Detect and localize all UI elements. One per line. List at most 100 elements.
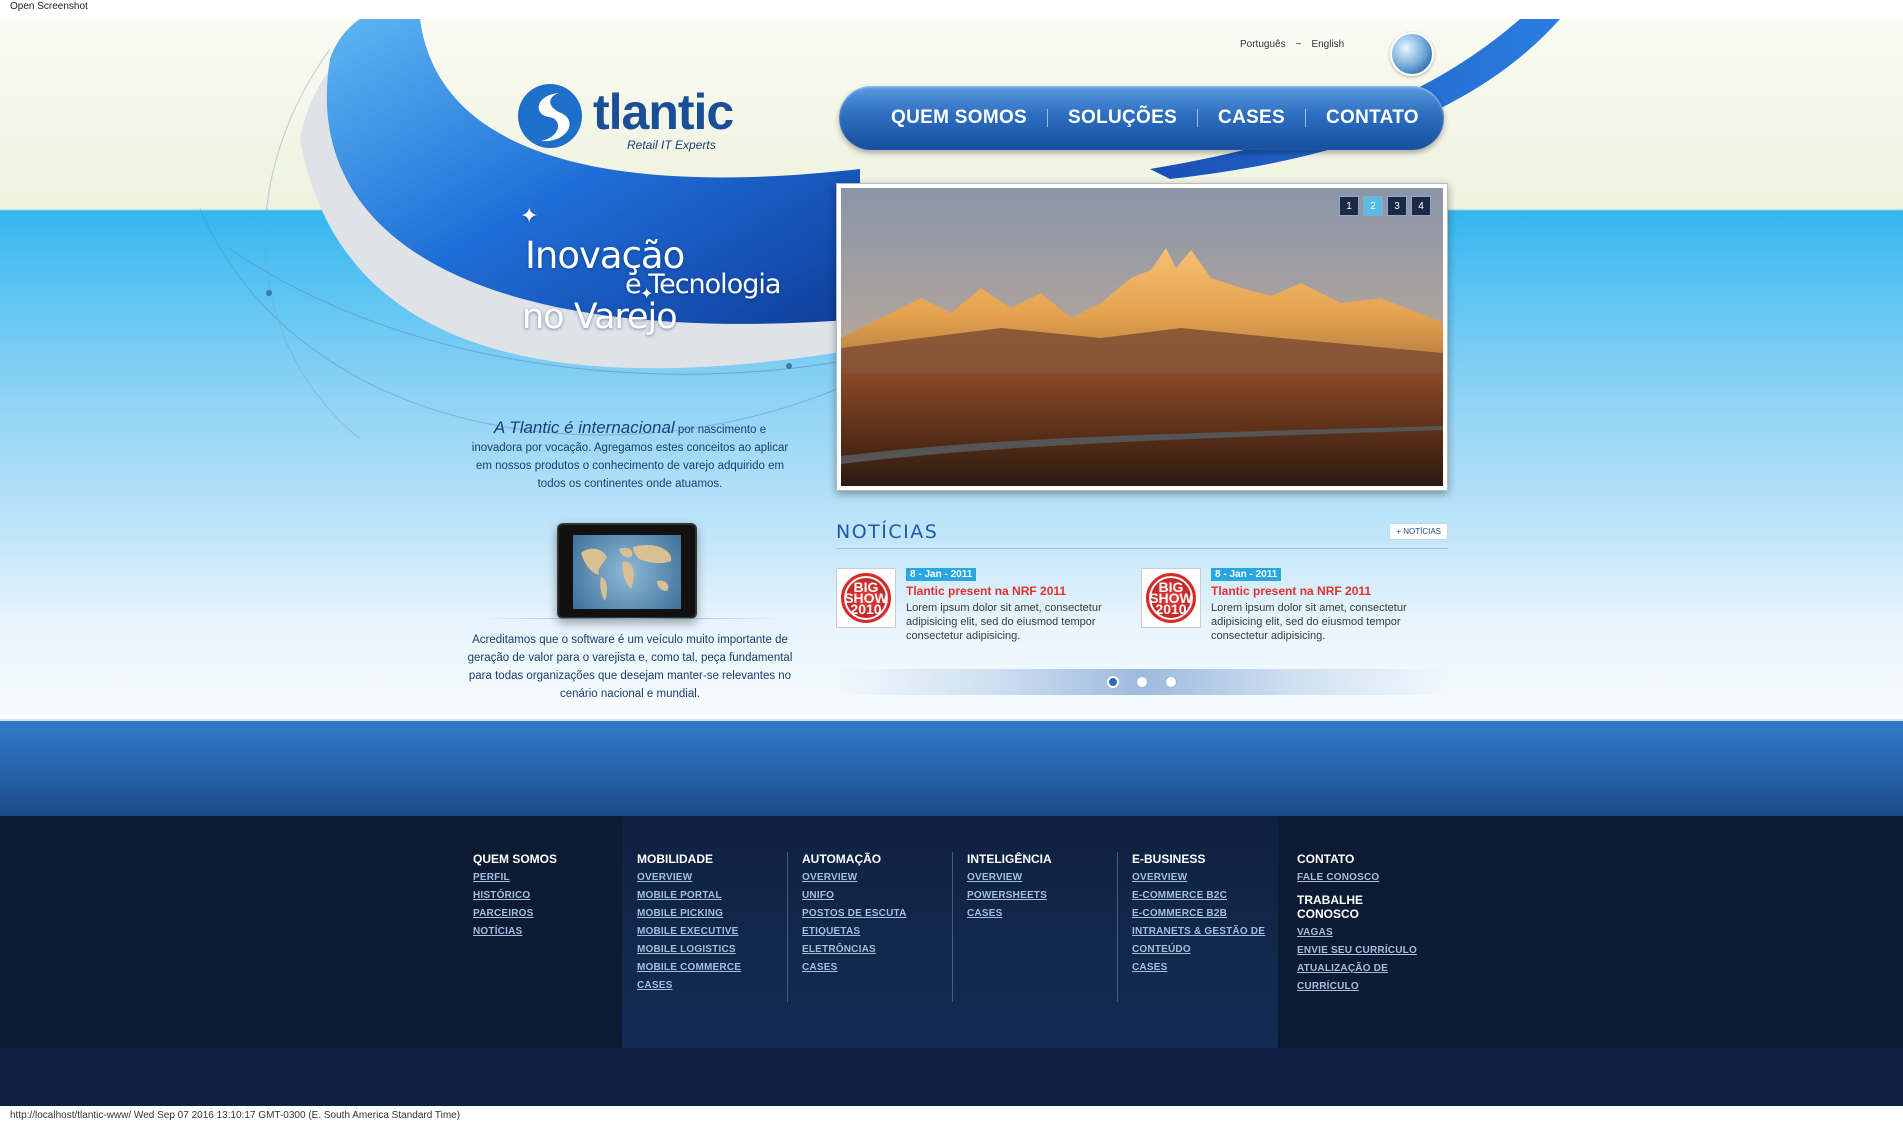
footer-link[interactable]: PARCEIROS	[473, 905, 557, 923]
footer-col-mobilidade: MOBILIDADE OVERVIEW MOBILE PORTAL MOBILE…	[637, 852, 741, 995]
footer-link[interactable]: VAGAS	[1297, 924, 1437, 942]
footer-link[interactable]: OVERVIEW	[802, 869, 907, 887]
footer-link[interactable]: OVERVIEW	[967, 869, 1052, 887]
news-page-dot-2[interactable]	[1136, 676, 1148, 688]
footer-col-inteligencia: INTELIGÊNCIA OVERVIEW POWERSHEETS CASES	[967, 852, 1052, 923]
footer-heading: MOBILIDADE	[637, 852, 713, 866]
news-date: 8 - Jan - 2011	[906, 568, 977, 581]
logo-brand: tlantic	[593, 84, 734, 140]
footer-link[interactable]: MOBILE COMMERCE	[637, 959, 741, 977]
footer-link[interactable]: OVERVIEW	[1132, 869, 1265, 887]
footer-col-quem-somos: QUEM SOMOS PERFIL HISTÓRICO PARCEIROS NO…	[473, 852, 557, 941]
footer-link[interactable]: ATUALIZAÇÃO DE	[1297, 960, 1437, 978]
news-headline[interactable]: Tlantic present na NRF 2011	[1211, 584, 1371, 598]
footer-heading: CONTATO	[1297, 852, 1355, 866]
news-headline[interactable]: Tlantic present na NRF 2011	[906, 584, 1066, 598]
nav-separator	[1047, 109, 1049, 127]
slider-page-3[interactable]: 3	[1387, 196, 1407, 216]
news-item[interactable]: BIG SHOW 2010 8 - Jan - 2011 Tlantic pre…	[836, 568, 1136, 648]
news-page-dot-3[interactable]	[1165, 676, 1177, 688]
news-item[interactable]: BIG SHOW 2010 8 - Jan - 2011 Tlantic pre…	[1141, 568, 1441, 648]
footer-link[interactable]: UNIFO	[802, 887, 907, 905]
footer-link[interactable]: E-COMMERCE B2C	[1132, 887, 1265, 905]
footer-link[interactable]: MOBILE PICKING	[637, 905, 741, 923]
footer-link[interactable]: ENVIE SEU CURRÍCULO	[1297, 942, 1437, 960]
footer-separator	[787, 852, 788, 1002]
footer-link[interactable]: INTRANETS & GESTÃO DE	[1132, 923, 1265, 941]
footer-link[interactable]: PERFIL	[473, 869, 557, 887]
nav-solucoes[interactable]: SOLUÇÕES	[1068, 107, 1177, 129]
footer-link[interactable]: HISTÓRICO	[473, 887, 557, 905]
footer-link[interactable]: MOBILE PORTAL	[637, 887, 741, 905]
window-title: Open Screenshot	[0, 0, 1903, 19]
hero-stage: Português ~ English tlantic Retail IT Ex…	[0, 19, 1903, 719]
footer-link[interactable]: E-COMMERCE B2B	[1132, 905, 1265, 923]
nav-separator	[1305, 109, 1307, 127]
footer-link[interactable]: CURRÍCULO	[1297, 978, 1437, 996]
logo-mark-icon	[518, 84, 582, 148]
tablet-image	[557, 523, 697, 619]
page: { "window": {"title": "Open Screenshot"}…	[0, 0, 1903, 1126]
slider-page-4[interactable]: 4	[1411, 196, 1431, 216]
footer-link[interactable]: CASES	[1132, 959, 1265, 977]
belief-text: Acreditamos que o software é um veículo …	[467, 634, 793, 700]
footer-link[interactable]: CASES	[967, 905, 1052, 923]
world-map-icon	[581, 544, 672, 601]
slider-pager: 1 2 3 4	[1339, 196, 1431, 216]
news-pagination	[836, 669, 1448, 695]
language-portugues[interactable]: Português	[1240, 39, 1286, 50]
slider-page-1[interactable]: 1	[1339, 196, 1359, 216]
intro-lead: A Tlantic é internacional	[493, 418, 675, 437]
footer-link[interactable]: CONTEÚDO	[1132, 941, 1265, 959]
footer-link[interactable]: POSTOS DE ESCUTA	[802, 905, 907, 923]
big-show-badge-icon: BIG SHOW 2010	[1141, 568, 1201, 628]
tlantic-logo[interactable]: tlantic Retail IT Experts	[515, 79, 765, 159]
world-map-image	[573, 535, 681, 609]
sparkle-icon: ✦	[520, 204, 539, 229]
footer-col-contato: CONTATO FALE CONOSCO TRABALHE CONOSCO VA…	[1297, 852, 1437, 996]
news-title: NOTÍCIAS	[836, 521, 939, 543]
slider-page-2[interactable]: 2	[1363, 196, 1383, 216]
nav-cases[interactable]: CASES	[1218, 107, 1285, 129]
news-summary: Lorem ipsum dolor sit amet, consectetur …	[1211, 602, 1407, 642]
landscape-illustration	[841, 188, 1443, 486]
globe-icon	[1390, 32, 1434, 76]
footer-link[interactable]: ETIQUETAS	[802, 923, 907, 941]
status-bar: http://localhost/tlantic-www/ Wed Sep 07…	[0, 1106, 1903, 1126]
footer-heading: E-BUSINESS	[1132, 852, 1206, 866]
footer-link[interactable]: MOBILE EXECUTIVE	[637, 923, 741, 941]
news-page-dot-1[interactable]	[1107, 676, 1119, 688]
footer-link[interactable]: CASES	[802, 959, 907, 977]
footer-link[interactable]: MOBILE LOGISTICS	[637, 941, 741, 959]
logo-tagline: Retail IT Experts	[627, 138, 716, 152]
footer-link[interactable]: ELETRÔNCIAS	[802, 941, 907, 959]
footer-heading: INTELIGÊNCIA	[967, 852, 1052, 866]
footer-col-automacao: AUTOMAÇÃO OVERVIEW UNIFO POSTOS DE ESCUT…	[802, 852, 907, 977]
big-show-badge-icon: BIG SHOW 2010	[836, 568, 896, 628]
tablet-divider	[480, 618, 780, 619]
footer-link[interactable]: OVERVIEW	[637, 869, 741, 887]
footer-separator	[1117, 852, 1118, 1002]
footer-link[interactable]: CASES	[637, 977, 741, 995]
footer-col-ebusiness: E-BUSINESS OVERVIEW E-COMMERCE B2C E-COM…	[1132, 852, 1265, 977]
nav-quem-somos[interactable]: QUEM SOMOS	[891, 107, 1027, 129]
footer-link[interactable]: NOTÍCIAS	[473, 923, 557, 941]
blue-band	[0, 719, 1903, 816]
footer: QUEM SOMOS PERFIL HISTÓRICO PARCEIROS NO…	[0, 816, 1903, 1106]
footer-link[interactable]: FALE CONOSCO	[1297, 869, 1437, 887]
intro-text: A Tlantic é internacional por nascimento…	[470, 419, 790, 493]
news-header: NOTÍCIAS + NOTÍCIAS	[836, 521, 1448, 549]
language-english[interactable]: English	[1311, 39, 1344, 50]
slogan-line-2: e Tecnologia	[625, 269, 781, 300]
more-news-button[interactable]: + NOTÍCIAS	[1389, 523, 1448, 540]
mountain-landscape-image: 1 2 3 4	[841, 188, 1443, 486]
footer-bottom-strip	[0, 1048, 1903, 1106]
footer-separator	[952, 852, 953, 1002]
footer-heading: QUEM SOMOS	[473, 852, 558, 866]
footer-link[interactable]: POWERSHEETS	[967, 887, 1052, 905]
main-nav: QUEM SOMOS SOLUÇÕES CASES CONTATO	[839, 86, 1444, 150]
slogan-line-3: no Varejo	[522, 297, 678, 337]
footer-heading: TRABALHE CONOSCO	[1297, 893, 1363, 921]
nav-contato[interactable]: CONTATO	[1326, 107, 1419, 129]
hero-slider: 1 2 3 4	[836, 183, 1448, 491]
